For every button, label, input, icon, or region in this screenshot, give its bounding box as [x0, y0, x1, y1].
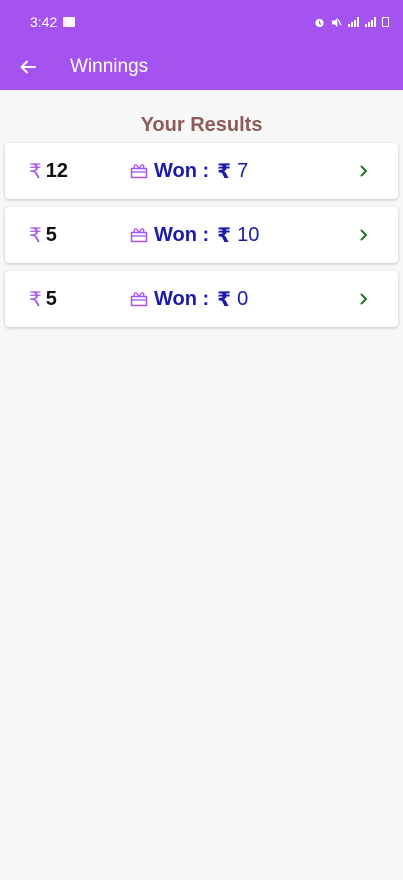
gift-icon — [130, 291, 148, 307]
won-value: 0 — [237, 287, 249, 310]
chevron-right-icon — [360, 293, 368, 305]
chevron-right-icon — [360, 165, 368, 177]
won-label: Won : — [154, 159, 210, 182]
gift-icon — [130, 163, 148, 179]
won-rupee-symbol: ₹ — [217, 288, 232, 311]
result-card[interactable]: ₹ 12 Won : ₹ 7 — [5, 143, 398, 199]
won-label: Won : — [154, 287, 210, 310]
entry-amount: ₹ 5 — [29, 287, 57, 312]
entry-amount: ₹ 12 — [29, 159, 68, 184]
won-group: Won : ₹ 7 — [130, 159, 248, 184]
entry-value: 5 — [45, 287, 57, 310]
battery-icon — [382, 17, 389, 27]
won-group: Won : ₹ 10 — [130, 223, 259, 248]
page-title: Winnings — [70, 56, 149, 77]
won-rupee-symbol: ₹ — [217, 160, 232, 183]
won-value: 7 — [237, 159, 249, 182]
status-bar: 3:42 — [0, 0, 403, 44]
rupee-symbol: ₹ — [29, 160, 42, 183]
app-bar: Winnings — [0, 44, 403, 90]
alarm-icon — [315, 18, 324, 27]
signal-icon-2 — [365, 17, 376, 27]
result-card[interactable]: ₹ 5 Won : ₹ 0 — [5, 271, 398, 327]
header: 3:42 Winnings — [0, 0, 403, 90]
won-rupee-symbol: ₹ — [217, 224, 232, 247]
rupee-symbol: ₹ — [29, 288, 42, 311]
chevron-right-icon — [360, 229, 368, 241]
entry-value: 12 — [45, 159, 68, 182]
won-group: Won : ₹ 0 — [130, 287, 248, 312]
mute-icon — [331, 17, 342, 27]
status-icons — [314, 17, 389, 28]
entry-value: 5 — [45, 223, 57, 246]
message-notification-icon — [63, 17, 76, 27]
signal-icon — [348, 17, 359, 27]
won-value: 10 — [237, 223, 260, 246]
status-time: 3:42 — [30, 14, 58, 30]
rupee-symbol: ₹ — [29, 224, 42, 247]
won-label: Won : — [154, 223, 210, 246]
entry-amount: ₹ 5 — [29, 223, 57, 248]
back-arrow-icon — [20, 60, 36, 74]
back-button[interactable] — [0, 44, 56, 90]
gift-icon — [130, 227, 148, 243]
results-list: ₹ 12 Won : ₹ 7 ₹ 5 Won : ₹ 10 ₹ 5 Won: … — [0, 143, 403, 327]
section-title: Your Results — [140, 114, 263, 136]
result-card[interactable]: ₹ 5 Won : ₹ 10 — [5, 207, 398, 263]
